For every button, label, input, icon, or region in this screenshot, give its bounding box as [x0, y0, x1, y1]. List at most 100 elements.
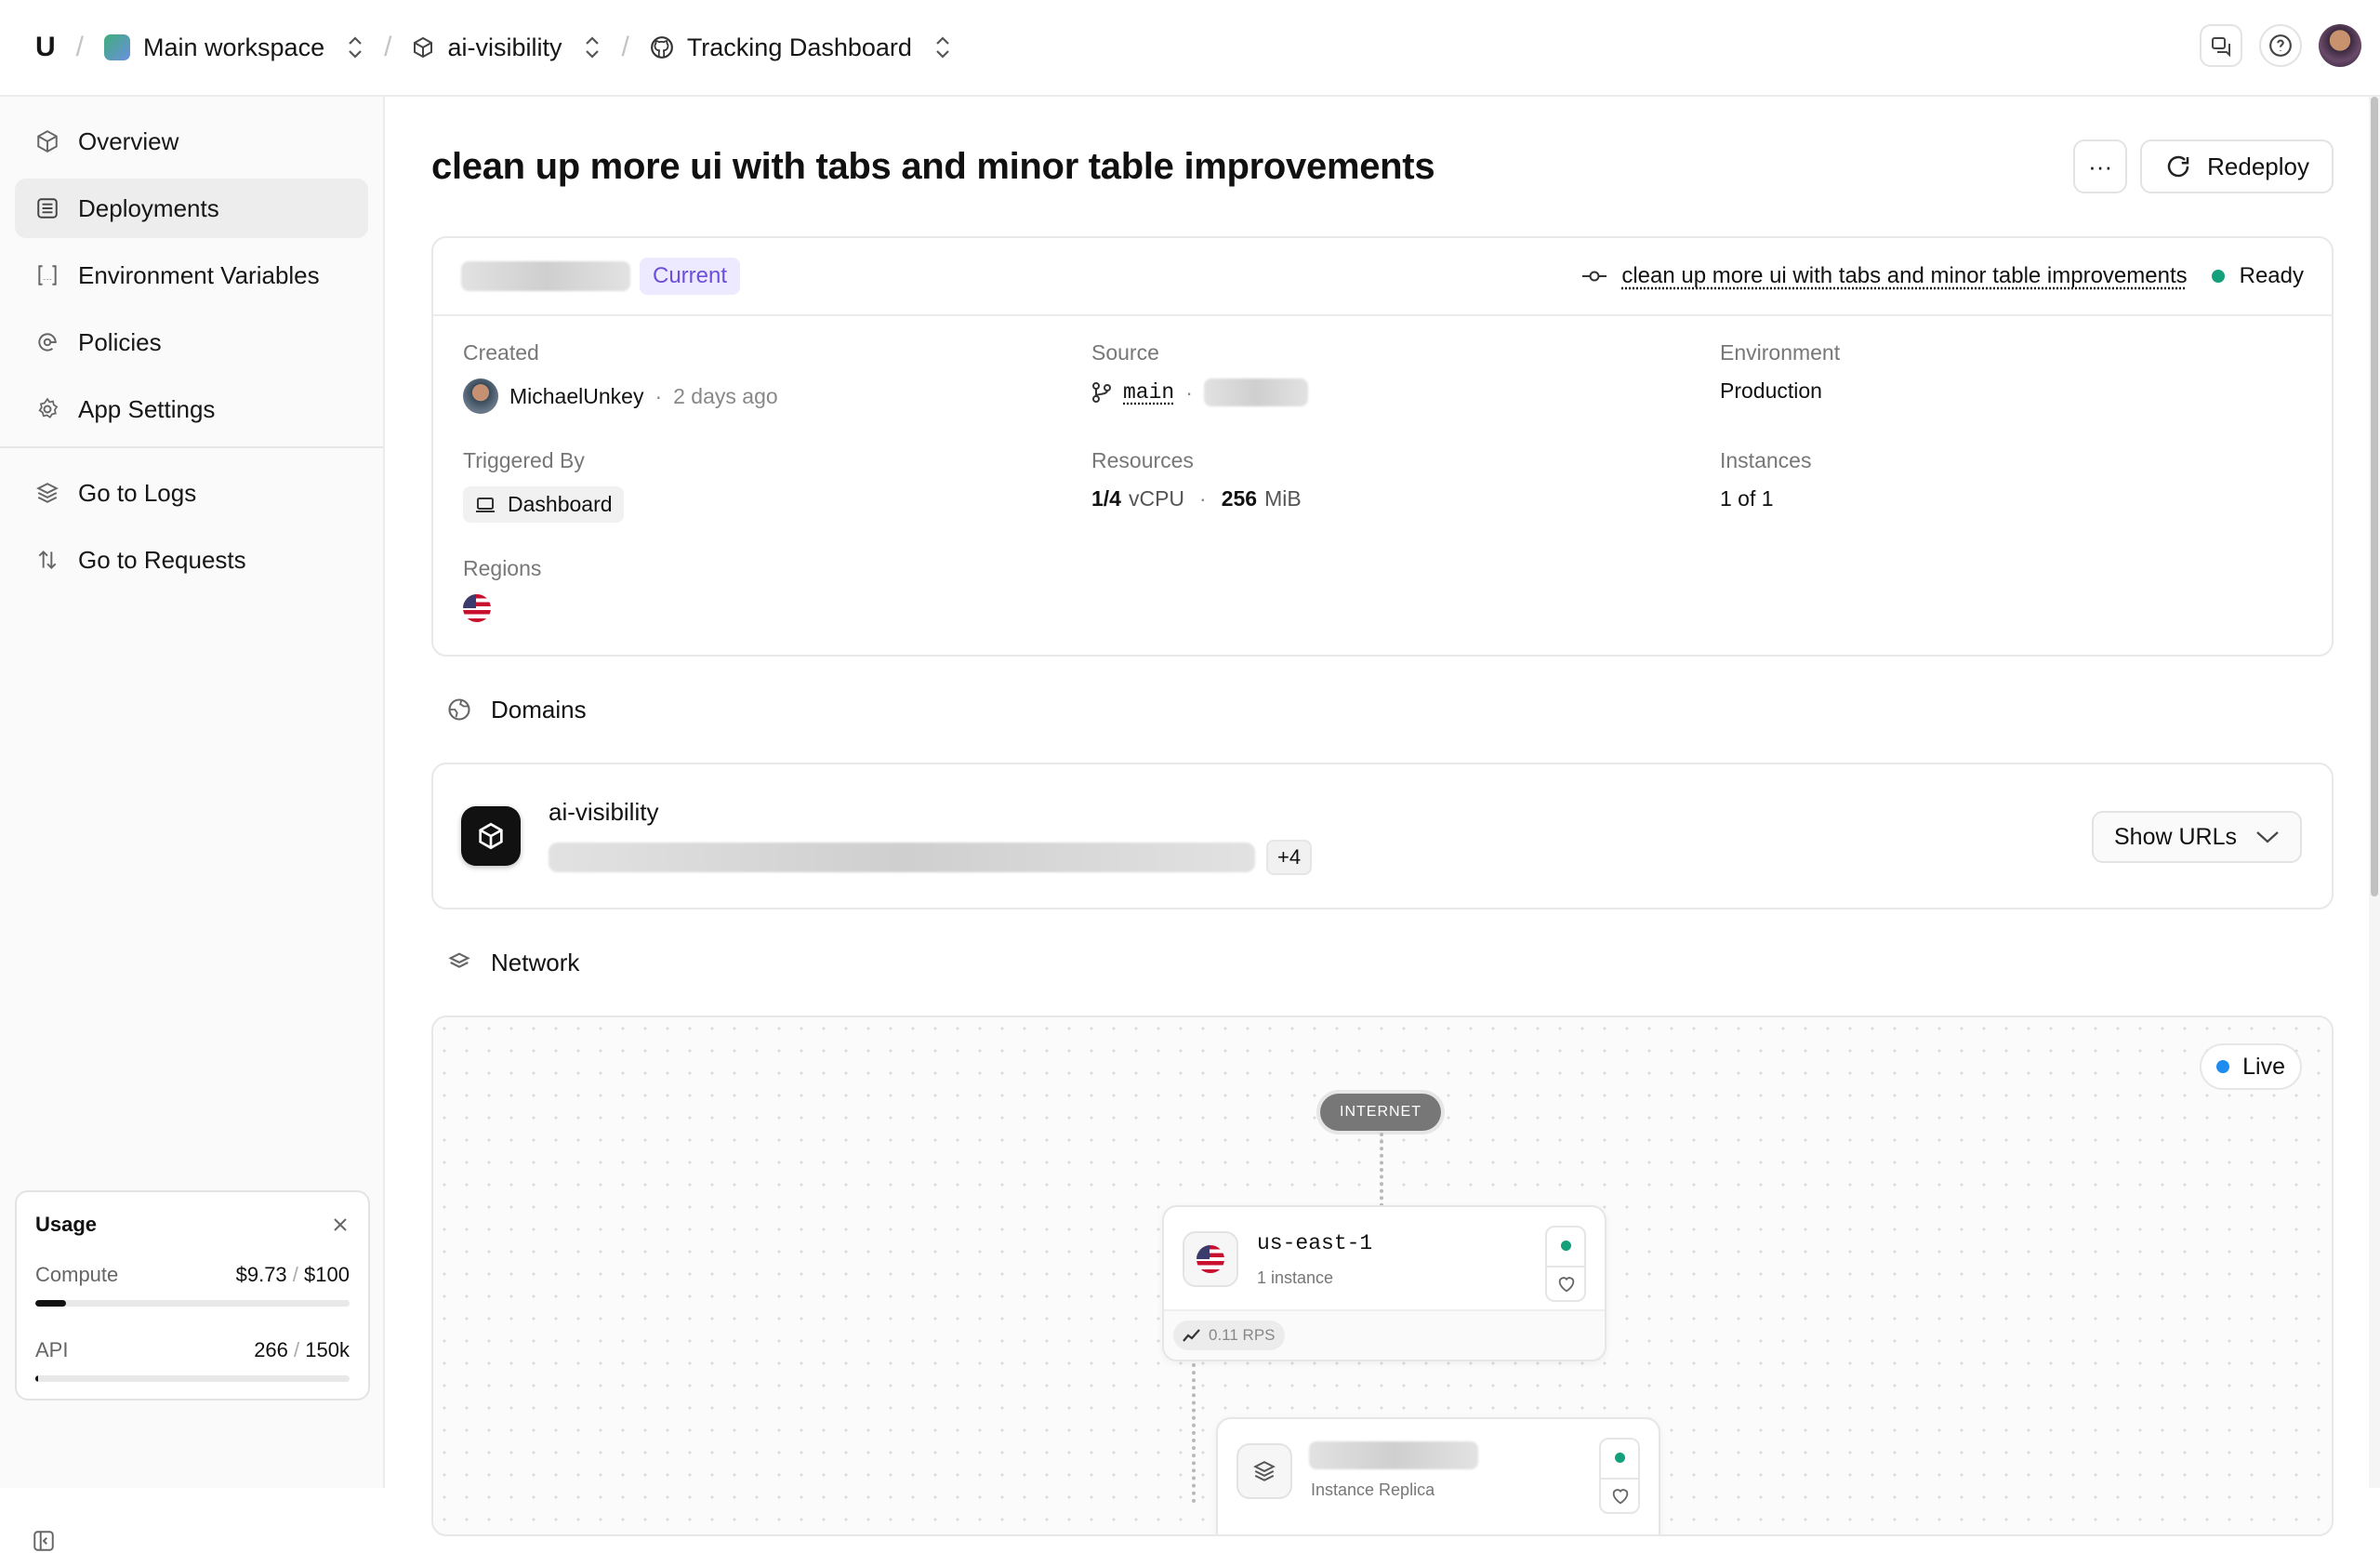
feedback-button[interactable]: [2200, 24, 2242, 67]
health-dot: [1561, 1241, 1571, 1251]
memory-value: 256: [1221, 486, 1258, 511]
network-graph[interactable]: Live INTERNET us-east-1 1 instance 0.11 …: [431, 1015, 2334, 1536]
redeploy-label: Redeploy: [2207, 152, 2309, 180]
project-name: ai-visibility: [447, 33, 562, 61]
sidebar-item-overview[interactable]: Overview: [15, 112, 368, 171]
api-progress-bar: [35, 1375, 350, 1382]
repo-switcher[interactable]: Tracking Dashboard: [650, 33, 951, 62]
api-value: 266: [254, 1338, 288, 1361]
globe-icon: [446, 697, 472, 723]
instances-value: 1 of 1: [1720, 486, 1774, 511]
arrows-icon: [33, 546, 61, 574]
sidebar-item-label: Policies: [78, 327, 162, 356]
memory-unit: MiB: [1264, 486, 1302, 511]
show-urls-dropdown[interactable]: Show URLs: [2092, 811, 2302, 863]
commit-message-link[interactable]: clean up more ui with tabs and minor tab…: [1621, 263, 2187, 289]
sidebar-item-deployments[interactable]: Deployments: [15, 179, 368, 238]
compute-limit: $100: [304, 1263, 350, 1286]
sidebar-item-app-settings[interactable]: App Settings: [15, 379, 368, 439]
sidebar-item-label: Deployments: [78, 193, 219, 222]
chevron-updown-icon: [347, 35, 364, 60]
domains-title: Domains: [491, 695, 587, 723]
chevron-down-icon: [2255, 830, 2280, 844]
more-options-button[interactable]: ···: [2073, 139, 2128, 193]
logo[interactable]: U: [35, 32, 56, 63]
help-icon: [2268, 33, 2293, 58]
region-node-us-east-1[interactable]: us-east-1 1 instance 0.11 RPS: [1162, 1205, 1606, 1361]
github-icon: [650, 35, 674, 60]
slash: /: [294, 1338, 300, 1361]
breadcrumb-separator: /: [75, 32, 85, 62]
network-section-header: Network: [431, 909, 2334, 1015]
rps-value: 0.11 RPS: [1209, 1326, 1276, 1344]
sidebar-item-policies[interactable]: Policies: [15, 312, 368, 372]
resources-label: Resources: [1091, 448, 1194, 472]
layers-icon: [446, 949, 472, 976]
domain-app-name: ai-visibility: [549, 797, 659, 826]
collapse-sidebar-button[interactable]: [32, 1529, 56, 1553]
live-dot: [2216, 1060, 2230, 1073]
usage-title: Usage: [35, 1213, 98, 1236]
internet-node[interactable]: INTERNET: [1320, 1094, 1441, 1131]
compute-value: $9.73: [235, 1263, 287, 1286]
refresh-icon: [2164, 153, 2192, 180]
sidebar-item-go-to-requests[interactable]: Go to Requests: [15, 530, 368, 590]
chevron-updown-icon: [934, 35, 951, 60]
network-title: Network: [491, 948, 580, 976]
close-icon[interactable]: [331, 1215, 350, 1234]
dot-separator: ·: [1185, 379, 1193, 405]
status-text: Ready: [2239, 263, 2304, 288]
cube-icon: [476, 821, 506, 851]
triggered-by-value: Dashboard: [508, 492, 613, 516]
sidebar-item-environment-variables[interactable]: Environment Variables: [15, 246, 368, 305]
sidebar-item-label: App Settings: [78, 394, 216, 423]
sidebar: Overview Deployments Environment Variabl…: [0, 97, 385, 1551]
replica-label: Instance Replica: [1311, 1480, 1435, 1499]
layers-icon: [1252, 1459, 1276, 1483]
app-logo: [461, 806, 521, 866]
live-label: Live: [2242, 1053, 2285, 1080]
layers-icon: [33, 479, 61, 507]
region-name: us-east-1: [1257, 1231, 1373, 1255]
sidebar-item-go-to-logs[interactable]: Go to Logs: [15, 463, 368, 523]
more-icon: ···: [2088, 152, 2113, 180]
regions-label: Regions: [463, 556, 542, 580]
help-button[interactable]: [2259, 24, 2302, 67]
breadcrumb-separator: /: [621, 32, 629, 62]
chart-line-icon: [1183, 1328, 1201, 1343]
redeploy-button[interactable]: Redeploy: [2140, 139, 2334, 193]
created-time: 2 days ago: [673, 383, 778, 408]
deployment-id-redacted: [461, 261, 630, 291]
connector-line: [1380, 1133, 1383, 1207]
domains-card: ai-visibility +4 Show URLs: [431, 763, 2334, 909]
user-avatar[interactable]: [2319, 24, 2361, 67]
list-icon: [33, 194, 61, 222]
api-usage-row: API 266 / 150k: [35, 1338, 350, 1362]
workspace-switcher[interactable]: Main workspace: [104, 33, 364, 62]
live-indicator[interactable]: Live: [2200, 1043, 2302, 1090]
compute-progress-bar: [35, 1300, 350, 1307]
sidebar-item-label: Environment Variables: [78, 260, 320, 289]
project-switcher[interactable]: ai-visibility: [412, 33, 601, 62]
sidebar-toggle-icon: [32, 1529, 56, 1553]
domain-url-redacted[interactable]: [549, 842, 1255, 872]
environment-label: Environment: [1720, 340, 1841, 365]
instance-replica-node[interactable]: Instance Replica: [1216, 1417, 1660, 1534]
status-dot: [2211, 270, 2225, 283]
triggered-by-chip: Dashboard: [463, 486, 624, 523]
page-title: clean up more ui with tabs and minor tab…: [431, 145, 1435, 187]
sidebar-divider: [0, 446, 383, 448]
connector-line: [1192, 1363, 1196, 1503]
api-progress-fill: [35, 1375, 39, 1382]
source-label: Source: [1091, 340, 1159, 365]
main-content: clean up more ui with tabs and minor tab…: [431, 97, 2334, 1536]
scrollbar-thumb[interactable]: [2371, 97, 2378, 896]
instance-id-redacted: [1309, 1441, 1478, 1469]
branch-icon: [1091, 381, 1112, 404]
replica-status: [1599, 1438, 1640, 1514]
cpu-value: 1/4: [1091, 486, 1121, 511]
created-label: Created: [463, 340, 539, 365]
more-domains-count[interactable]: +4: [1266, 839, 1313, 875]
branch-link[interactable]: main: [1123, 380, 1174, 405]
us-flag-icon: [1197, 1245, 1224, 1273]
